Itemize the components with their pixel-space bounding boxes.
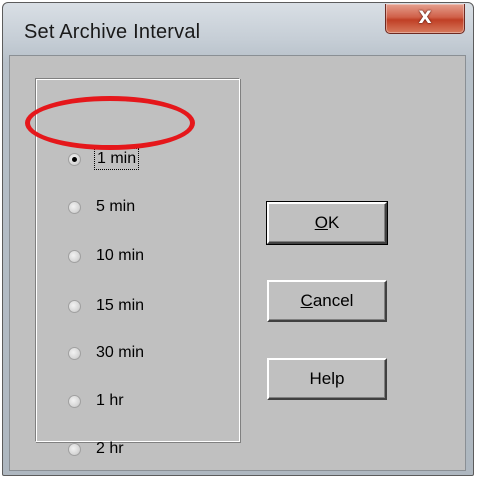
- radio-button-icon[interactable]: [68, 346, 81, 360]
- dialog-window: Set Archive Interval X 1 min 5 min 10 mi…: [2, 2, 474, 476]
- radio-button-icon[interactable]: [68, 394, 81, 408]
- radio-button-icon[interactable]: [68, 442, 81, 456]
- radio-label: 1 hr: [96, 392, 124, 409]
- radio-button-icon[interactable]: [68, 152, 81, 166]
- radio-button-icon[interactable]: [68, 249, 81, 263]
- title-bar[interactable]: Set Archive Interval X: [3, 3, 473, 63]
- radio-label: 15 min: [96, 297, 145, 314]
- radio-label: 1 min: [93, 148, 140, 170]
- radio-button-icon[interactable]: [68, 200, 81, 214]
- radio-option-5-min[interactable]: 5 min: [68, 195, 135, 219]
- close-button[interactable]: X: [385, 4, 465, 34]
- ok-button[interactable]: OK: [266, 201, 388, 245]
- close-icon: X: [418, 8, 432, 28]
- radio-option-15-min[interactable]: 15 min: [68, 294, 144, 318]
- cancel-button[interactable]: Cancel: [267, 280, 387, 322]
- radio-label: 5 min: [96, 198, 136, 215]
- help-button[interactable]: Help: [267, 358, 387, 400]
- radio-label: 30 min: [96, 344, 145, 361]
- radio-option-1-hr[interactable]: 1 hr: [68, 389, 124, 413]
- radio-option-30-min[interactable]: 30 min: [68, 341, 144, 365]
- ok-label-rest: K: [327, 213, 340, 232]
- dialog-title: Set Archive Interval: [24, 21, 201, 43]
- ok-mnemonic: O: [314, 213, 328, 232]
- cancel-label-rest: ancel: [312, 291, 354, 310]
- dialog-client-area: 1 min 5 min 10 min 15 min 30 min 1 hr 2 …: [9, 55, 466, 471]
- radio-label: 10 min: [96, 247, 145, 264]
- radio-label: 2 hr: [96, 440, 124, 457]
- radio-option-10-min[interactable]: 10 min: [68, 244, 144, 268]
- radio-button-icon[interactable]: [68, 299, 81, 313]
- help-label: Help: [309, 369, 345, 388]
- radio-option-1-min[interactable]: 1 min: [68, 147, 140, 171]
- cancel-mnemonic: C: [300, 291, 313, 310]
- radio-option-2-hr[interactable]: 2 hr: [68, 437, 124, 461]
- interval-groupbox: 1 min 5 min 10 min 15 min 30 min 1 hr 2 …: [35, 78, 240, 457]
